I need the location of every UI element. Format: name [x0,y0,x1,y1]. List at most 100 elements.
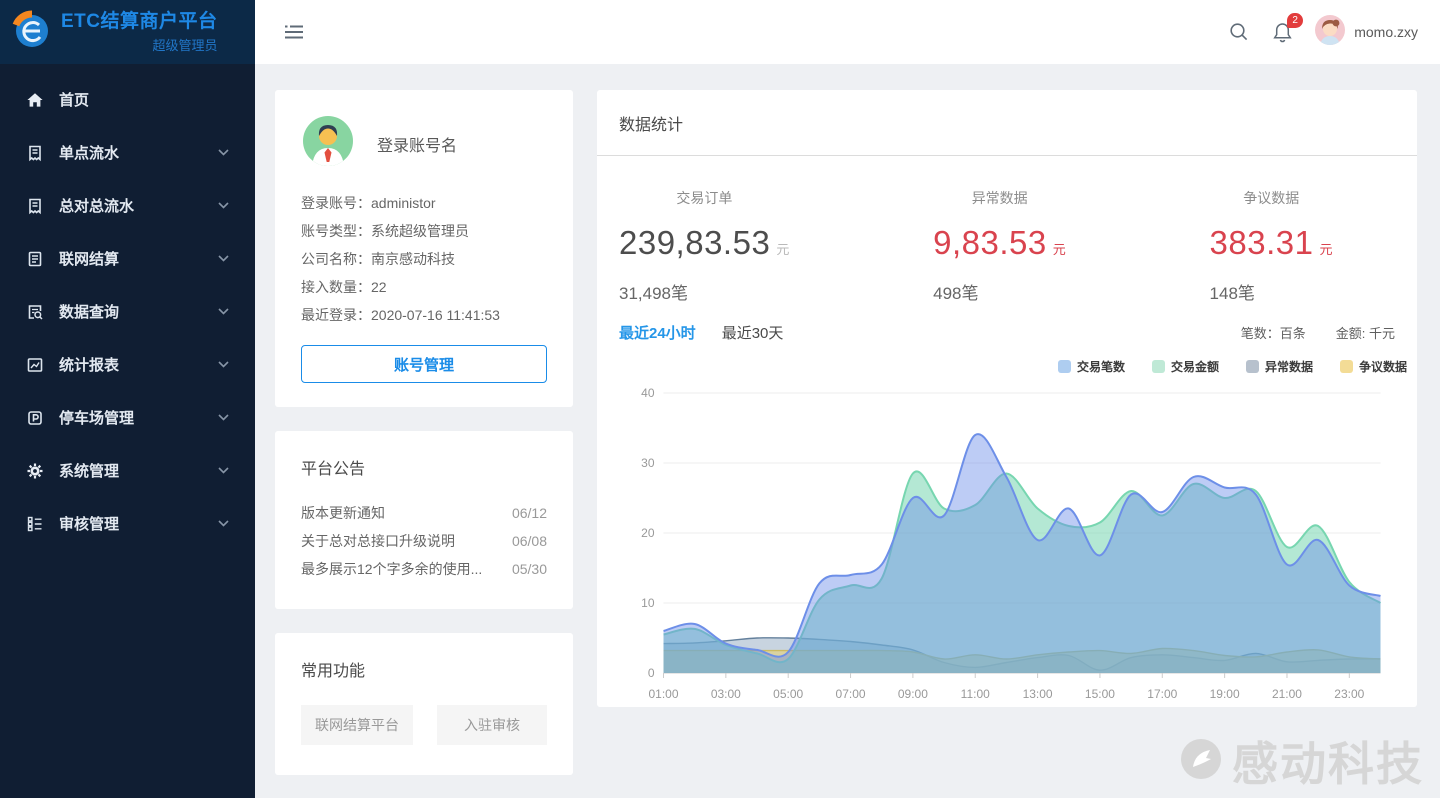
sidebar-item-label: 审核管理 [59,513,119,534]
stat-label: 交易订单 [619,188,790,208]
sidebar-nav: 首页 单点流水 总对总流水 联网结算 [0,64,255,550]
network-settlement-platform-button[interactable]: 联网结算平台 [301,705,413,745]
parking-icon [26,409,46,427]
legend-swatch [1058,360,1071,373]
legend-label: 交易金额 [1171,358,1219,375]
app-logo-icon [12,10,52,55]
app-title: ETC结算商户平台 [61,11,218,33]
profile-row-value: 南京感动科技 [371,245,455,273]
stat-label: 异常数据 [933,188,1066,208]
profile-title: 登录账号名 [377,132,457,156]
announcement-item[interactable]: 最多展示12个字多余的使用... 05/30 [301,555,547,583]
topbar: 2 momo.zxy [255,0,1440,64]
stat-unit: 元 [1319,242,1333,257]
chevron-down-icon [218,308,229,315]
units-note: 笔数：百条 金额: 千元 [1241,323,1395,342]
sidebar-item-label: 首页 [59,89,89,110]
notifications-bell-icon[interactable]: 2 [1271,21,1294,44]
profile-row-label: 最近登录： [301,301,371,329]
svg-text:0: 0 [648,666,655,680]
chart-legend: 交易笔数 交易金额 异常数据 争议数据 [597,343,1417,375]
chevron-down-icon [218,520,229,527]
sidebar-item-system-management[interactable]: 系统管理 [0,444,255,497]
ledger-icon [26,250,46,268]
search-icon[interactable] [1228,21,1250,43]
sidebar-item-network-settlement[interactable]: 联网结算 [0,232,255,285]
units-count-note: 笔数：百条 [1241,323,1306,342]
announcement-date: 06/12 [512,499,547,527]
stat-unit: 元 [1053,242,1067,257]
sidebar-item-single-point-flow[interactable]: 单点流水 [0,126,255,179]
data-search-icon [26,303,46,321]
chart-range-tabs: 最近24小时 最近30天 笔数：百条 金额: 千元 [597,308,1417,343]
stat-amount: 9,83.53 [933,224,1047,261]
stats-row: 交易订单 239,83.53元 31,498笔 异常数据 9,83.53元 49… [597,156,1417,308]
sidebar-item-total-flow[interactable]: 总对总流水 [0,179,255,232]
left-column: 登录账号名 登录账号：administor 账号类型：系统超级管理员 公司名称：… [275,90,573,775]
account-management-button[interactable]: 账号管理 [301,345,547,383]
svg-text:10: 10 [641,596,655,610]
units-amount-note: 金额: 千元 [1336,323,1395,342]
profile-row-value: 系统超级管理员 [371,217,469,245]
stat-count: 148笔 [1210,279,1333,304]
tab-last-24-hours[interactable]: 最近24小时 [619,322,696,343]
sidebar-item-label: 单点流水 [59,142,119,163]
svg-text:11:00: 11:00 [961,687,990,701]
stat-label: 争议数据 [1210,188,1333,208]
legend-swatch [1152,360,1165,373]
username: momo.zxy [1354,24,1418,40]
audit-icon [26,515,46,533]
sidebar-item-statistics-report[interactable]: 统计报表 [0,338,255,391]
legend-label: 异常数据 [1265,358,1313,375]
receipt-icon [26,144,46,162]
chevron-down-icon [218,202,229,209]
sidebar-collapse-icon[interactable] [283,23,305,41]
stat-dispute-data: 争议数据 383.31 元 148笔 [1210,188,1333,304]
notification-count-badge: 2 [1287,13,1303,28]
announcement-text: 最多展示12个字多余的使用... [301,555,482,583]
announcement-date: 05/30 [512,555,547,583]
sidebar-item-data-query[interactable]: 数据查询 [0,285,255,338]
svg-text:09:00: 09:00 [898,687,928,701]
svg-text:23:00: 23:00 [1334,687,1364,701]
sidebar-item-audit-management[interactable]: 审核管理 [0,497,255,550]
svg-text:13:00: 13:00 [1023,687,1053,701]
user-menu[interactable]: momo.zxy [1315,15,1418,50]
sidebar-item-label: 数据查询 [59,301,119,322]
panel-title: 数据统计 [597,90,1417,156]
chevron-down-icon [218,361,229,368]
sidebar-item-home[interactable]: 首页 [0,73,255,126]
sidebar-item-label: 系统管理 [59,460,119,481]
profile-row-value: 2020-07-16 11:41:53 [371,301,500,329]
logo-band: ETC结算商户平台 超级管理员 [0,0,255,64]
entry-audit-button[interactable]: 入驻审核 [437,705,547,745]
sidebar-item-parking-management[interactable]: 停车场管理 [0,391,255,444]
announcement-text: 关于总对总接口升级说明 [301,527,455,555]
announcements-title: 平台公告 [301,455,547,479]
legend-abnormal-data[interactable]: 异常数据 [1246,358,1313,375]
chevron-down-icon [218,149,229,156]
sidebar-item-label: 总对总流水 [59,195,134,216]
chevron-down-icon [218,255,229,262]
quick-actions-card: 常用功能 联网结算平台 入驻审核 [275,633,573,775]
legend-transaction-count[interactable]: 交易笔数 [1058,358,1125,375]
sidebar-item-label: 统计报表 [59,354,119,375]
sidebar-item-label: 联网结算 [59,248,119,269]
legend-label: 争议数据 [1359,358,1407,375]
announcement-item[interactable]: 关于总对总接口升级说明06/08 [301,527,547,555]
svg-text:15:00: 15:00 [1085,687,1115,701]
legend-dispute-data[interactable]: 争议数据 [1340,358,1407,375]
legend-transaction-amount[interactable]: 交易金额 [1152,358,1219,375]
avatar [1315,15,1345,50]
gear-icon [26,462,46,480]
svg-text:20: 20 [641,526,655,540]
profile-card: 登录账号名 登录账号：administor 账号类型：系统超级管理员 公司名称：… [275,90,573,407]
stat-amount: 383.31 [1210,224,1314,261]
stat-count: 498笔 [933,279,1066,304]
profile-row-value: administor [371,189,436,217]
announcement-text: 版本更新通知 [301,499,385,527]
announcement-item[interactable]: 版本更新通知 06/12 [301,499,547,527]
chevron-down-icon [218,467,229,474]
profile-row-label: 账号类型： [301,217,371,245]
tab-last-30-days[interactable]: 最近30天 [722,322,784,343]
